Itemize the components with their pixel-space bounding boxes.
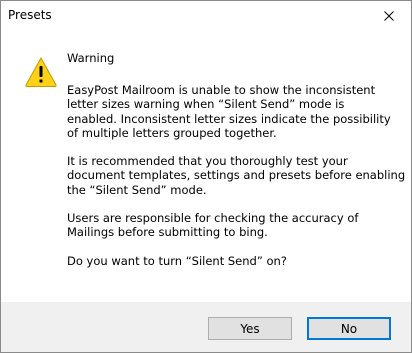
title-bar: Presets	[1, 1, 411, 31]
paragraph-responsibility: Users are responsible for checking the a…	[67, 211, 403, 239]
message-line: of multiple letters grouped together.	[67, 125, 277, 140]
paragraph-limitation: EasyPost Mailroom is unable to show the …	[67, 83, 403, 140]
message-line: Do you want to turn “Silent Send” on?	[67, 253, 287, 268]
yes-button[interactable]: Yes	[208, 317, 292, 340]
close-button[interactable]	[366, 1, 411, 31]
no-button[interactable]: No	[307, 317, 391, 340]
message-line: EasyPost Mailroom is unable to show the …	[67, 83, 376, 98]
message-line: It is recommended that you thoroughly te…	[67, 154, 348, 169]
message-line: document templates, settings and presets…	[67, 168, 406, 183]
presets-dialog: Presets Warning EasyPost Mailroom is una…	[0, 0, 412, 353]
message-line: Mailings before submitting to bing.	[67, 225, 268, 240]
paragraph-question: Do you want to turn “Silent Send” on?	[67, 254, 403, 268]
dialog-title: Presets	[8, 8, 52, 22]
paragraph-recommendation: It is recommended that you thoroughly te…	[67, 154, 406, 197]
dialog-content: Warning EasyPost Mailroom is unable to s…	[1, 31, 411, 302]
message-line: the “Silent Send” mode.	[67, 182, 207, 197]
warning-icon	[25, 56, 57, 87]
message-line: Users are responsible for checking the a…	[67, 211, 359, 225]
message-line: letter sizes warning when “Silent Send” …	[67, 97, 345, 112]
button-bar: Yes No	[1, 302, 411, 352]
warning-heading: Warning	[67, 51, 115, 65]
message-text: Warning EasyPost Mailroom is unable to s…	[67, 51, 406, 282]
close-icon	[383, 11, 394, 21]
message-line: enabled. Inconsistent letter sizes indic…	[67, 111, 391, 126]
